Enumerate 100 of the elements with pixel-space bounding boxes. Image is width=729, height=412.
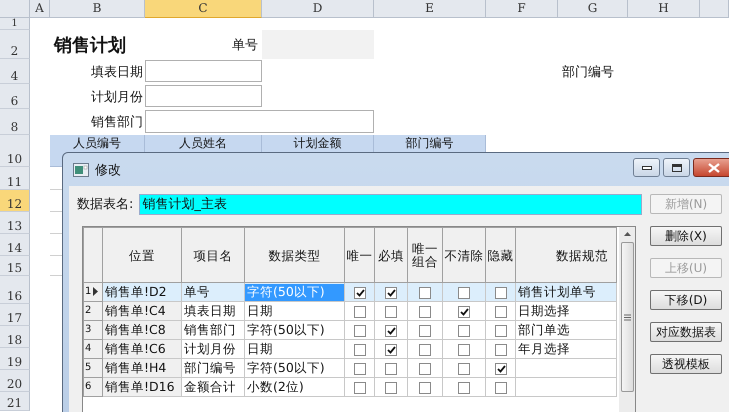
row-indicator[interactable]: 2 — [84, 302, 102, 320]
order-number-cell[interactable] — [262, 30, 374, 59]
column-header: 数据类型 — [244, 228, 344, 282]
checkbox[interactable] — [458, 306, 470, 318]
scroll-thumb[interactable] — [620, 242, 634, 392]
checkbox[interactable] — [419, 382, 431, 394]
row-indicator[interactable]: 1 — [84, 282, 102, 302]
table-cell: 销售单!H4 — [102, 358, 182, 378]
checkbox[interactable] — [494, 287, 506, 300]
checkbox[interactable] — [419, 287, 431, 300]
row-header[interactable]: 11 — [0, 167, 30, 190]
table-cell: 计划月份 — [182, 340, 244, 358]
checkbox[interactable] — [419, 344, 431, 356]
table-cell: 日期 — [244, 340, 344, 358]
checkbox[interactable] — [385, 325, 397, 338]
table-cell: 部门单选 — [516, 320, 616, 340]
checkbox[interactable] — [458, 363, 470, 376]
row-header[interactable]: 2 — [0, 30, 30, 59]
checkbox[interactable] — [354, 325, 366, 338]
checkbox[interactable] — [458, 382, 470, 394]
maximize-icon — [672, 164, 682, 172]
row-header[interactable]: 20 — [0, 370, 30, 392]
column-header: 隐藏 — [486, 228, 516, 282]
table-cell: 销售部门 — [182, 320, 244, 340]
row-indicator[interactable]: 3 — [84, 320, 102, 340]
checkbox[interactable] — [494, 306, 506, 318]
column-header: 项目名 — [182, 228, 244, 282]
checkbox[interactable] — [385, 287, 397, 300]
checkbox[interactable] — [458, 287, 470, 300]
column-header: 不清除 — [442, 228, 486, 282]
row-indicator[interactable]: 5 — [84, 358, 102, 378]
input-cell[interactable] — [145, 85, 262, 107]
table-cell: 字符(50以下) — [244, 320, 344, 340]
checkbox[interactable] — [354, 363, 366, 376]
row-indicator[interactable]: 4 — [84, 340, 102, 358]
dialog-button[interactable]: 删除(X) — [650, 226, 722, 246]
row-header[interactable]: 16 — [0, 276, 30, 304]
window-icon — [73, 162, 89, 176]
row-header[interactable]: 13 — [0, 212, 30, 234]
checkbox[interactable] — [419, 325, 431, 338]
checkbox[interactable] — [354, 344, 366, 356]
input-cell[interactable] — [145, 60, 262, 82]
checkbox[interactable] — [458, 325, 470, 338]
row-header[interactable]: 6 — [0, 84, 30, 109]
checkbox[interactable] — [354, 382, 366, 394]
row-header[interactable]: 8 — [0, 109, 30, 135]
row-header[interactable]: 19 — [0, 348, 30, 370]
checkbox[interactable] — [494, 344, 506, 356]
row-header[interactable]: 4 — [0, 59, 30, 84]
table-cell: 字符(50以下) — [244, 282, 344, 302]
column-header[interactable]: A — [30, 0, 50, 18]
row-header[interactable]: 21 — [0, 392, 30, 411]
column-header: 数据规范 — [516, 228, 616, 282]
table-cell: 销售单!C6 — [102, 340, 182, 358]
scrollbar[interactable] — [619, 227, 635, 412]
checkbox[interactable] — [419, 363, 431, 376]
dialog-button[interactable]: 对应数据表 — [650, 322, 722, 342]
column-header[interactable]: D — [262, 0, 374, 18]
checkbox[interactable] — [354, 287, 366, 300]
row-header[interactable]: 10 — [0, 135, 30, 167]
row-header[interactable]: 18 — [0, 326, 30, 348]
checkbox[interactable] — [494, 363, 506, 376]
table-cell: 销售单!D16 — [102, 378, 182, 396]
row-header[interactable]: 17 — [0, 304, 30, 326]
row-header[interactable]: 14 — [0, 234, 30, 256]
checkbox[interactable] — [494, 382, 506, 394]
checkbox[interactable] — [385, 306, 397, 318]
column-header[interactable]: H — [628, 0, 700, 18]
checkbox[interactable] — [385, 344, 397, 356]
table-cell: 日期选择 — [516, 302, 616, 320]
checkbox[interactable] — [494, 325, 506, 338]
table-name-field[interactable]: 销售计划_主表 — [139, 194, 642, 214]
row-indicator[interactable]: 6 — [84, 378, 102, 396]
dialog-button[interactable]: 下移(D) — [650, 290, 722, 310]
maximize-button[interactable] — [663, 158, 690, 177]
close-button[interactable] — [693, 158, 729, 177]
field-label: 数据表名: — [77, 196, 134, 213]
column-header: 必填 — [374, 228, 408, 282]
table-cell: 销售单!C8 — [102, 320, 182, 340]
column-header: 唯一组合 — [408, 228, 442, 282]
row-header[interactable]: 12 — [0, 190, 30, 212]
row-header[interactable]: 1 — [0, 18, 30, 30]
column-header[interactable]: C — [145, 0, 262, 18]
table-cell: 销售单!D2 — [102, 282, 182, 302]
table-cell: 部门编号 — [182, 358, 244, 378]
cell-label: 销售部门 — [90, 114, 144, 131]
column-header[interactable]: F — [486, 0, 558, 18]
dialog-button[interactable]: 透视模板 — [650, 354, 722, 374]
row-header[interactable]: 15 — [0, 256, 30, 276]
checkbox[interactable] — [354, 306, 366, 318]
checkbox[interactable] — [458, 344, 470, 356]
minimize-button[interactable] — [633, 158, 660, 177]
cell-label: 计划月份 — [90, 88, 144, 106]
column-header[interactable]: B — [50, 0, 145, 18]
column-header[interactable]: E — [374, 0, 486, 18]
checkbox[interactable] — [385, 382, 397, 394]
checkbox[interactable] — [419, 306, 431, 318]
input-cell[interactable] — [145, 110, 374, 133]
column-header[interactable]: G — [558, 0, 628, 18]
checkbox[interactable] — [385, 363, 397, 376]
